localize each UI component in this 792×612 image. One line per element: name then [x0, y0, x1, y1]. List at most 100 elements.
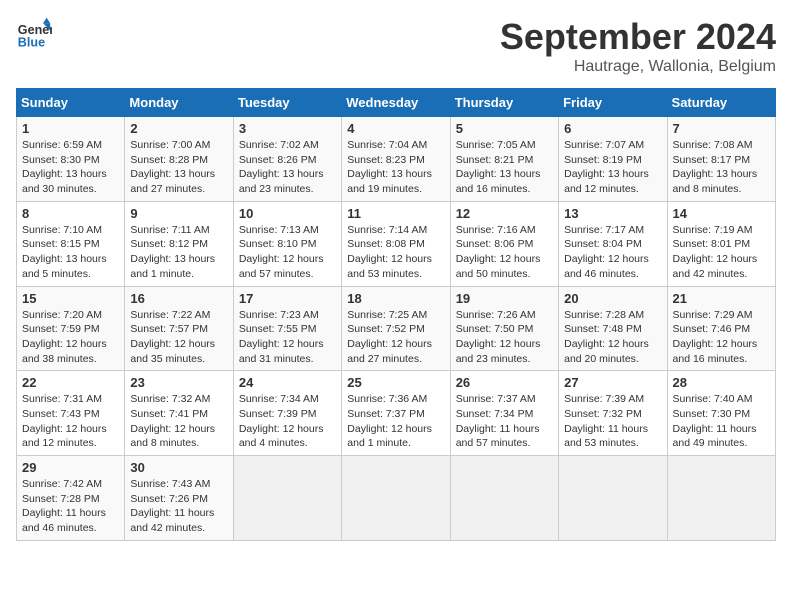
day-info: Sunrise: 7:05 AM Sunset: 8:21 PM Dayligh… [456, 138, 553, 197]
day-info: Sunrise: 7:00 AM Sunset: 8:28 PM Dayligh… [130, 138, 227, 197]
col-monday: Monday [125, 89, 233, 117]
day-number: 6 [564, 121, 661, 136]
calendar-cell: 22 Sunrise: 7:31 AM Sunset: 7:43 PM Dayli… [17, 371, 125, 456]
day-info: Sunrise: 7:43 AM Sunset: 7:26 PM Dayligh… [130, 477, 227, 536]
day-info: Sunrise: 7:32 AM Sunset: 7:41 PM Dayligh… [130, 392, 227, 451]
calendar-cell: 5 Sunrise: 7:05 AM Sunset: 8:21 PM Daylig… [450, 117, 558, 202]
calendar-cell [667, 456, 775, 541]
day-number: 20 [564, 291, 661, 306]
day-number: 15 [22, 291, 119, 306]
day-info: Sunrise: 7:19 AM Sunset: 8:01 PM Dayligh… [673, 223, 770, 282]
day-info: Sunrise: 7:02 AM Sunset: 8:26 PM Dayligh… [239, 138, 336, 197]
calendar-week-5: 29 Sunrise: 7:42 AM Sunset: 7:28 PM Dayli… [17, 456, 776, 541]
day-number: 17 [239, 291, 336, 306]
day-info: Sunrise: 7:22 AM Sunset: 7:57 PM Dayligh… [130, 308, 227, 367]
day-number: 24 [239, 375, 336, 390]
day-info: Sunrise: 7:29 AM Sunset: 7:46 PM Dayligh… [673, 308, 770, 367]
calendar-cell: 2Sunrise: 7:00 AM Sunset: 8:28 PM Daylig… [125, 117, 233, 202]
day-number: 28 [673, 375, 770, 390]
day-info: Sunrise: 6:59 AM Sunset: 8:30 PM Dayligh… [22, 138, 119, 197]
day-number: 26 [456, 375, 553, 390]
calendar-cell: 11 Sunrise: 7:14 AM Sunset: 8:08 PM Dayli… [342, 201, 450, 286]
calendar-cell [233, 456, 341, 541]
day-number: 29 [22, 460, 119, 475]
day-number: 10 [239, 206, 336, 221]
day-info: Sunrise: 7:20 AM Sunset: 7:59 PM Dayligh… [22, 308, 119, 367]
calendar-cell: 3Sunrise: 7:02 AM Sunset: 8:26 PM Daylig… [233, 117, 341, 202]
day-info: Sunrise: 7:39 AM Sunset: 7:32 PM Dayligh… [564, 392, 661, 451]
day-info: Sunrise: 7:28 AM Sunset: 7:48 PM Dayligh… [564, 308, 661, 367]
day-number: 9 [130, 206, 227, 221]
calendar-cell [450, 456, 558, 541]
day-number: 12 [456, 206, 553, 221]
day-number: 4 [347, 121, 444, 136]
day-number: 16 [130, 291, 227, 306]
calendar-cell: 24 Sunrise: 7:34 AM Sunset: 7:39 PM Dayli… [233, 371, 341, 456]
subtitle: Hautrage, Wallonia, Belgium [500, 58, 776, 76]
day-number: 22 [22, 375, 119, 390]
day-number: 19 [456, 291, 553, 306]
col-tuesday: Tuesday [233, 89, 341, 117]
calendar-cell: 15 Sunrise: 7:20 AM Sunset: 7:59 PM Dayli… [17, 286, 125, 371]
calendar-cell [559, 456, 667, 541]
title-area: September 2024 Hautrage, Wallonia, Belgi… [500, 16, 776, 76]
day-number: 25 [347, 375, 444, 390]
calendar-cell: 29 Sunrise: 7:42 AM Sunset: 7:28 PM Dayli… [17, 456, 125, 541]
day-info: Sunrise: 7:04 AM Sunset: 8:23 PM Dayligh… [347, 138, 444, 197]
logo: General Blue [16, 16, 52, 52]
day-number: 13 [564, 206, 661, 221]
day-number: 7 [673, 121, 770, 136]
calendar-cell: 25 Sunrise: 7:36 AM Sunset: 7:37 PM Dayli… [342, 371, 450, 456]
calendar-cell: 14 Sunrise: 7:19 AM Sunset: 8:01 PM Dayli… [667, 201, 775, 286]
calendar-week-2: 8Sunrise: 7:10 AM Sunset: 8:15 PM Daylig… [17, 201, 776, 286]
calendar-cell: 27 Sunrise: 7:39 AM Sunset: 7:32 PM Dayli… [559, 371, 667, 456]
day-info: Sunrise: 7:17 AM Sunset: 8:04 PM Dayligh… [564, 223, 661, 282]
calendar-week-3: 15 Sunrise: 7:20 AM Sunset: 7:59 PM Dayli… [17, 286, 776, 371]
day-number: 30 [130, 460, 227, 475]
calendar-cell: 19 Sunrise: 7:26 AM Sunset: 7:50 PM Dayli… [450, 286, 558, 371]
day-number: 21 [673, 291, 770, 306]
day-info: Sunrise: 7:31 AM Sunset: 7:43 PM Dayligh… [22, 392, 119, 451]
day-number: 14 [673, 206, 770, 221]
day-info: Sunrise: 7:14 AM Sunset: 8:08 PM Dayligh… [347, 223, 444, 282]
col-thursday: Thursday [450, 89, 558, 117]
day-info: Sunrise: 7:11 AM Sunset: 8:12 PM Dayligh… [130, 223, 227, 282]
day-info: Sunrise: 7:34 AM Sunset: 7:39 PM Dayligh… [239, 392, 336, 451]
calendar-cell: 23Sunrise: 7:32 AM Sunset: 7:41 PM Dayli… [125, 371, 233, 456]
calendar-cell: 4 Sunrise: 7:04 AM Sunset: 8:23 PM Daylig… [342, 117, 450, 202]
day-info: Sunrise: 7:36 AM Sunset: 7:37 PM Dayligh… [347, 392, 444, 451]
calendar-table: Sunday Monday Tuesday Wednesday Thursday… [16, 88, 776, 541]
calendar-cell: 17Sunrise: 7:23 AM Sunset: 7:55 PM Dayli… [233, 286, 341, 371]
calendar-cell: 28 Sunrise: 7:40 AM Sunset: 7:30 PM Dayli… [667, 371, 775, 456]
calendar-cell: 7 Sunrise: 7:08 AM Sunset: 8:17 PM Daylig… [667, 117, 775, 202]
day-info: Sunrise: 7:13 AM Sunset: 8:10 PM Dayligh… [239, 223, 336, 282]
day-info: Sunrise: 7:40 AM Sunset: 7:30 PM Dayligh… [673, 392, 770, 451]
calendar-cell: 9 Sunrise: 7:11 AM Sunset: 8:12 PM Daylig… [125, 201, 233, 286]
day-number: 1 [22, 121, 119, 136]
day-info: Sunrise: 7:42 AM Sunset: 7:28 PM Dayligh… [22, 477, 119, 536]
day-info: Sunrise: 7:37 AM Sunset: 7:34 PM Dayligh… [456, 392, 553, 451]
calendar-cell: 8Sunrise: 7:10 AM Sunset: 8:15 PM Daylig… [17, 201, 125, 286]
day-number: 18 [347, 291, 444, 306]
col-saturday: Saturday [667, 89, 775, 117]
calendar-cell: 6Sunrise: 7:07 AM Sunset: 8:19 PM Daylig… [559, 117, 667, 202]
day-info: Sunrise: 7:26 AM Sunset: 7:50 PM Dayligh… [456, 308, 553, 367]
day-info: Sunrise: 7:08 AM Sunset: 8:17 PM Dayligh… [673, 138, 770, 197]
calendar-week-1: 1 Sunrise: 6:59 AM Sunset: 8:30 PM Daylig… [17, 117, 776, 202]
calendar-cell: 12 Sunrise: 7:16 AM Sunset: 8:06 PM Dayli… [450, 201, 558, 286]
svg-text:Blue: Blue [18, 36, 45, 50]
main-title: September 2024 [500, 16, 776, 58]
logo-icon: General Blue [16, 16, 52, 52]
col-sunday: Sunday [17, 89, 125, 117]
day-info: Sunrise: 7:16 AM Sunset: 8:06 PM Dayligh… [456, 223, 553, 282]
calendar-cell: 30 Sunrise: 7:43 AM Sunset: 7:26 PM Dayli… [125, 456, 233, 541]
day-number: 5 [456, 121, 553, 136]
col-wednesday: Wednesday [342, 89, 450, 117]
day-info: Sunrise: 7:25 AM Sunset: 7:52 PM Dayligh… [347, 308, 444, 367]
day-number: 11 [347, 206, 444, 221]
calendar-cell [342, 456, 450, 541]
day-number: 27 [564, 375, 661, 390]
calendar-cell: 18 Sunrise: 7:25 AM Sunset: 7:52 PM Dayli… [342, 286, 450, 371]
calendar-week-4: 22 Sunrise: 7:31 AM Sunset: 7:43 PM Dayli… [17, 371, 776, 456]
header-row: Sunday Monday Tuesday Wednesday Thursday… [17, 89, 776, 117]
